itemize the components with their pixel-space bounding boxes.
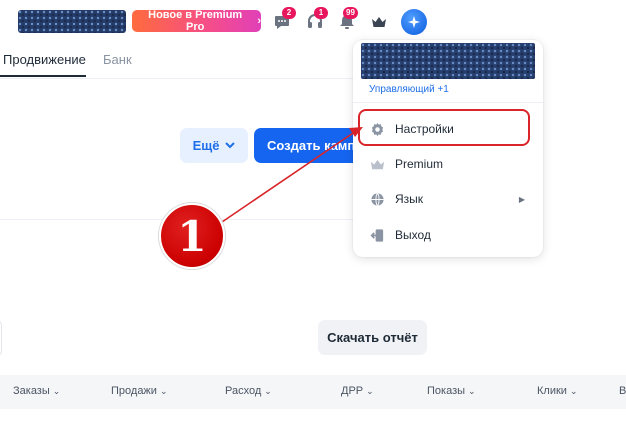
column-spend[interactable]: Расход ⌄ <box>225 385 272 397</box>
menu-item-label: Язык <box>395 192 424 206</box>
page: Новое в Premium Pro › 2 1 99 Продвижение… <box>0 0 626 421</box>
dropdown-divider <box>353 102 543 103</box>
column-label: В <box>619 385 626 397</box>
chevron-down-icon: ⌄ <box>569 385 578 396</box>
settings-highlight-box <box>358 109 530 146</box>
tab-promotion[interactable]: Продвижение <box>3 52 86 67</box>
logout-icon <box>370 228 385 243</box>
menu-item-premium[interactable]: Premium <box>361 149 535 179</box>
profile-dropdown: Управляющий +1 Настройки Premium Язык ▶ <box>353 40 543 257</box>
globe-icon <box>370 192 385 207</box>
active-tab-indicator <box>0 75 86 77</box>
blurred-account-name <box>361 43 535 79</box>
chat-badge: 2 <box>282 7 296 19</box>
notifications-badge: 99 <box>343 7 358 19</box>
menu-item-logout[interactable]: Выход <box>361 220 535 250</box>
premium-promo-button[interactable]: Новое в Premium Pro › <box>132 9 261 33</box>
sparkle-icon[interactable] <box>401 9 427 35</box>
managing-link[interactable]: Управляющий +1 <box>369 84 449 95</box>
download-report-button[interactable]: Скачать отчёт <box>318 320 427 355</box>
download-report-label: Скачать отчёт <box>327 330 418 345</box>
support-badge: 1 <box>314 7 328 19</box>
submenu-arrow-icon: ▶ <box>518 194 525 204</box>
chevron-down-icon: ⌄ <box>264 385 272 396</box>
chevron-down-icon: ⌄ <box>159 385 168 396</box>
chevron-down-icon <box>225 142 236 149</box>
chevron-right-icon: › <box>257 15 261 27</box>
crown-icon[interactable] <box>370 13 388 31</box>
column-drr[interactable]: ДРР ⌄ <box>341 385 374 397</box>
blurred-logo[interactable] <box>18 10 126 33</box>
column-label: Продажи <box>111 385 157 397</box>
tabs-divider <box>0 78 360 79</box>
date-range-field[interactable] <box>0 320 2 356</box>
menu-item-label: Premium <box>395 157 444 171</box>
column-truncated[interactable]: В <box>619 385 626 397</box>
tab-bank[interactable]: Банк <box>103 52 132 67</box>
chevron-down-icon: ⌄ <box>366 385 374 396</box>
menu-item-label: Выход <box>395 228 431 242</box>
more-label: Ещё <box>192 138 220 153</box>
tabs: Продвижение Банк <box>0 50 360 80</box>
support-headset-icon[interactable]: 1 <box>306 7 328 31</box>
column-sales[interactable]: Продажи ⌄ <box>111 385 168 397</box>
menu-item-language[interactable]: Язык ▶ <box>361 184 535 214</box>
chevron-down-icon: ⌄ <box>52 385 61 396</box>
column-label: Заказы <box>13 385 50 397</box>
step-marker: 1 <box>159 203 225 269</box>
column-clicks[interactable]: Клики ⌄ <box>537 385 577 397</box>
crown-icon <box>370 157 385 172</box>
column-orders[interactable]: Заказы ⌄ <box>13 385 60 397</box>
more-button[interactable]: Ещё <box>180 128 248 163</box>
promo-label: Новое в Premium Pro <box>148 9 243 33</box>
step-number: 1 <box>177 211 207 261</box>
column-label: Показы <box>427 385 466 397</box>
top-bar: Новое в Premium Pro › 2 1 99 <box>0 0 626 44</box>
column-impressions[interactable]: Показы ⌄ <box>427 385 476 397</box>
chevron-down-icon: ⌄ <box>468 385 476 396</box>
bell-icon[interactable]: 99 <box>338 7 358 31</box>
table-header: Заказы ⌄ Продажи ⌄ Расход ⌄ ДРР ⌄ Показы ⌄ Кл… <box>0 375 626 409</box>
chat-icon[interactable]: 2 <box>274 7 296 31</box>
column-label: Расход <box>225 385 262 397</box>
column-label: Клики <box>537 385 567 397</box>
column-label: ДРР <box>341 385 364 397</box>
